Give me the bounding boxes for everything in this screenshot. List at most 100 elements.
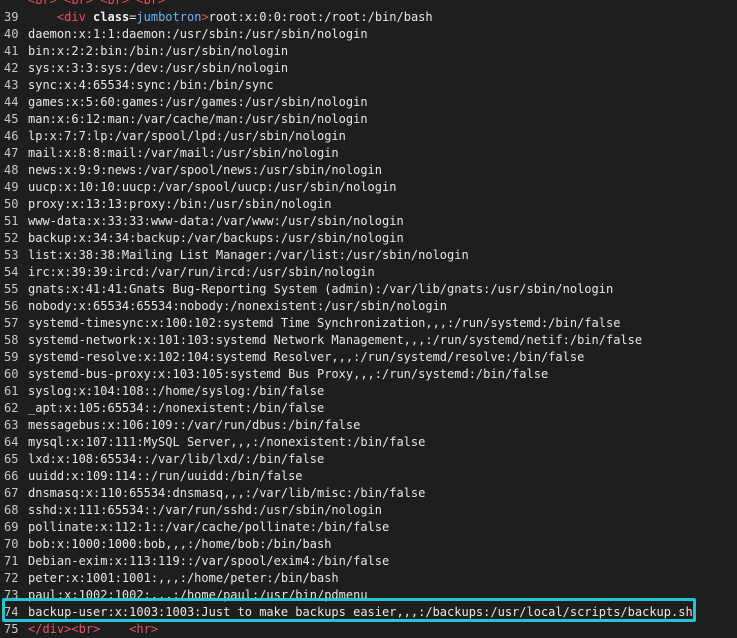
line-text: syslog:x:104:108::/home/syslog:/bin/fals… bbox=[28, 384, 325, 398]
code-line-45: 45 man:x:6:12:man:/var/cache/man:/usr/sbi… bbox=[0, 111, 737, 128]
line-text: backup-user:x:1003:1003:Just to make bac… bbox=[28, 605, 693, 619]
code-line-63: 63 messagebus:x:106:109::/var/run/dbus:/b… bbox=[0, 417, 737, 434]
line-text: bin:x:2:2:bin:/bin:/usr/sbin/nologin bbox=[28, 44, 289, 58]
code-line-49: 49 uucp:x:10:10:uucp:/var/spool/uucp:/usr… bbox=[0, 179, 737, 196]
line-text: www-data:x:33:33:www-data:/var/www:/usr/… bbox=[28, 214, 404, 228]
code-line-41: 41 bin:x:2:2:bin:/bin:/usr/sbin/nologin bbox=[0, 43, 737, 60]
line-number: 75 bbox=[4, 622, 19, 636]
html-close-div: </div> bbox=[28, 622, 72, 636]
line-text: uucp:x:10:10:uucp:/var/spool/uucp:/usr/s… bbox=[28, 180, 397, 194]
code-line-44: 44 games:x:5:60:games:/usr/games:/usr/sbi… bbox=[0, 94, 737, 111]
line-number: 40 bbox=[4, 27, 19, 41]
code-line-60: 60 systemd-bus-proxy:x:103:105:systemd Bu… bbox=[0, 366, 737, 383]
line-number: 63 bbox=[4, 418, 19, 432]
line-text: systemd-timesync:x:100:102:systemd Time … bbox=[28, 316, 621, 330]
html-hr: <hr> bbox=[129, 622, 159, 636]
code-line-42: 42 sys:x:3:3:sys:/dev:/usr/sbin/nologin bbox=[0, 60, 737, 77]
code-line-50: 50 proxy:x:13:13:proxy:/bin:/usr/sbin/nol… bbox=[0, 196, 737, 213]
line-number: 64 bbox=[4, 435, 19, 449]
line-text: peter:x:1001:1001:,,,:/home/peter:/bin/b… bbox=[28, 571, 339, 585]
code-line-68: 68 sshd:x:111:65534::/var/run/sshd:/usr/s… bbox=[0, 502, 737, 519]
passwd-lines: 40 daemon:x:1:1:daemon:/usr/sbin:/usr/sbi… bbox=[0, 26, 737, 621]
code-line-51: 51 www-data:x:33:33:www-data:/var/www:/us… bbox=[0, 213, 737, 230]
attribute-value: jumbotron bbox=[136, 10, 202, 24]
line-number: 60 bbox=[4, 367, 19, 381]
line-text: list:x:38:38:Mailing List Manager:/var/l… bbox=[28, 248, 469, 262]
line-number: 69 bbox=[4, 520, 19, 534]
line-text: irc:x:39:39:ircd:/var/run/ircd:/usr/sbin… bbox=[28, 265, 375, 279]
code-line-54: 54 irc:x:39:39:ircd:/var/run/ircd:/usr/sb… bbox=[0, 264, 737, 281]
code-line-52: 52 backup:x:34:34:backup:/var/backups:/us… bbox=[0, 230, 737, 247]
header-fragment: <br> <br> <br> <br> bbox=[28, 0, 166, 7]
line-number: 48 bbox=[4, 163, 19, 177]
line-text: man:x:6:12:man:/var/cache/man:/usr/sbin/… bbox=[28, 112, 368, 126]
line-text: uuidd:x:109:114::/run/uuidd:/bin/false bbox=[28, 469, 303, 483]
line-number: 68 bbox=[4, 503, 19, 517]
line-number: 39 bbox=[4, 10, 19, 24]
code-line-53: 53 list:x:38:38:Mailing List Manager:/var… bbox=[0, 247, 737, 264]
line-number: 43 bbox=[4, 78, 19, 92]
line-number: 61 bbox=[4, 384, 19, 398]
line-text: pollinate:x:112:1::/var/cache/pollinate:… bbox=[28, 520, 390, 534]
line-text: nobody:x:65534:65534:nobody:/nonexistent… bbox=[28, 299, 448, 313]
code-line-39: 39 <div class=jumbotron>root:x:0:0:root:… bbox=[0, 9, 737, 26]
line-number: 53 bbox=[4, 248, 19, 262]
code-line-65: 65 lxd:x:108:65534::/var/lib/lxd/:/bin/fa… bbox=[0, 451, 737, 468]
line-number: 50 bbox=[4, 197, 19, 211]
line-number: 71 bbox=[4, 554, 19, 568]
line-text: _apt:x:105:65534::/nonexistent:/bin/fals… bbox=[28, 401, 325, 415]
code-line-64: 64 mysql:x:107:111:MySQL Server,,,:/nonex… bbox=[0, 434, 737, 451]
line-number: 41 bbox=[4, 44, 19, 58]
code-line-61: 61 syslog:x:104:108::/home/syslog:/bin/fa… bbox=[0, 383, 737, 400]
code-line-46: 46 lp:x:7:7:lp:/var/spool/lpd:/usr/sbin/n… bbox=[0, 128, 737, 145]
line-number: 42 bbox=[4, 61, 19, 75]
line-text: systemd-resolve:x:102:104:systemd Resolv… bbox=[28, 350, 585, 364]
code-line-72: 72 peter:x:1001:1001:,,,:/home/peter:/bin… bbox=[0, 570, 737, 587]
html-attribute: class bbox=[93, 10, 130, 24]
line-text: bob:x:1000:1000:bob,,,:/home/bob:/bin/ba… bbox=[28, 537, 332, 551]
line-number: 52 bbox=[4, 231, 19, 245]
line-text: news:x:9:9:news:/var/spool/news:/usr/sbi… bbox=[28, 163, 383, 177]
line-text: systemd-bus-proxy:x:103:105:systemd Bus … bbox=[28, 367, 549, 381]
code-line-55: 55 gnats:x:41:41:Gnats Bug-Reporting Syst… bbox=[0, 281, 737, 298]
code-line-48: 48 news:x:9:9:news:/var/spool/news:/usr/s… bbox=[0, 162, 737, 179]
line-text: sys:x:3:3:sys:/dev:/usr/sbin/nologin bbox=[28, 61, 289, 75]
line-number: 74 bbox=[4, 605, 19, 619]
line-text: lp:x:7:7:lp:/var/spool/lpd:/usr/sbin/nol… bbox=[28, 129, 346, 143]
html-br: <br> bbox=[71, 622, 101, 636]
line-text: root:x:0:0:root:/root:/bin/bash bbox=[208, 10, 433, 24]
code-line-57: 57 systemd-timesync:x:100:102:systemd Tim… bbox=[0, 315, 737, 332]
line-number: 58 bbox=[4, 333, 19, 347]
line-text: gnats:x:41:41:Gnats Bug-Reporting System… bbox=[28, 282, 614, 296]
line-number: 51 bbox=[4, 214, 19, 228]
line-text: daemon:x:1:1:daemon:/usr/sbin:/usr/sbin/… bbox=[28, 27, 368, 41]
code-line-56: 56 nobody:x:65534:65534:nobody:/nonexiste… bbox=[0, 298, 737, 315]
line-text: paul:x:1002:1002:,,,:/home/paul:/usr/bin… bbox=[28, 588, 368, 602]
source-viewer: <br> <br> <br> <br> 39 <div class=jumbot… bbox=[0, 0, 737, 638]
line-number: 62 bbox=[4, 401, 19, 415]
code-line-74: 74 backup-user:x:1003:1003:Just to make b… bbox=[0, 604, 737, 621]
code-line-75: 75 </div><br> <hr> bbox=[0, 621, 737, 638]
line-number: 47 bbox=[4, 146, 19, 160]
line-number: 59 bbox=[4, 350, 19, 364]
code-line-69: 69 pollinate:x:112:1::/var/cache/pollinat… bbox=[0, 519, 737, 536]
line-text: proxy:x:13:13:proxy:/bin:/usr/sbin/nolog… bbox=[28, 197, 332, 211]
line-number: 56 bbox=[4, 299, 19, 313]
code-line-59: 59 systemd-resolve:x:102:104:systemd Reso… bbox=[0, 349, 737, 366]
line-number: 46 bbox=[4, 129, 19, 143]
code-line-38: <br> <br> <br> <br> bbox=[0, 0, 737, 9]
line-number: 45 bbox=[4, 112, 19, 126]
line-text: sshd:x:111:65534::/var/run/sshd:/usr/sbi… bbox=[28, 503, 383, 517]
line-text: sync:x:4:65534:sync:/bin:/bin/sync bbox=[28, 78, 274, 92]
line-text: mail:x:8:8:mail:/var/mail:/usr/sbin/nolo… bbox=[28, 146, 339, 160]
html-tag: <div bbox=[56, 10, 86, 24]
code-line-40: 40 daemon:x:1:1:daemon:/usr/sbin:/usr/sbi… bbox=[0, 26, 737, 43]
line-number: 73 bbox=[4, 588, 19, 602]
code-line-66: 66 uuidd:x:109:114::/run/uuidd:/bin/false bbox=[0, 468, 737, 485]
code-line-73: 73 paul:x:1002:1002:,,,:/home/paul:/usr/b… bbox=[0, 587, 737, 604]
code-line-43: 43 sync:x:4:65534:sync:/bin:/bin/sync bbox=[0, 77, 737, 94]
line-number: 65 bbox=[4, 452, 19, 466]
line-text: mysql:x:107:111:MySQL Server,,,:/nonexis… bbox=[28, 435, 426, 449]
line-number: 44 bbox=[4, 95, 19, 109]
line-text: backup:x:34:34:backup:/var/backups:/usr/… bbox=[28, 231, 404, 245]
